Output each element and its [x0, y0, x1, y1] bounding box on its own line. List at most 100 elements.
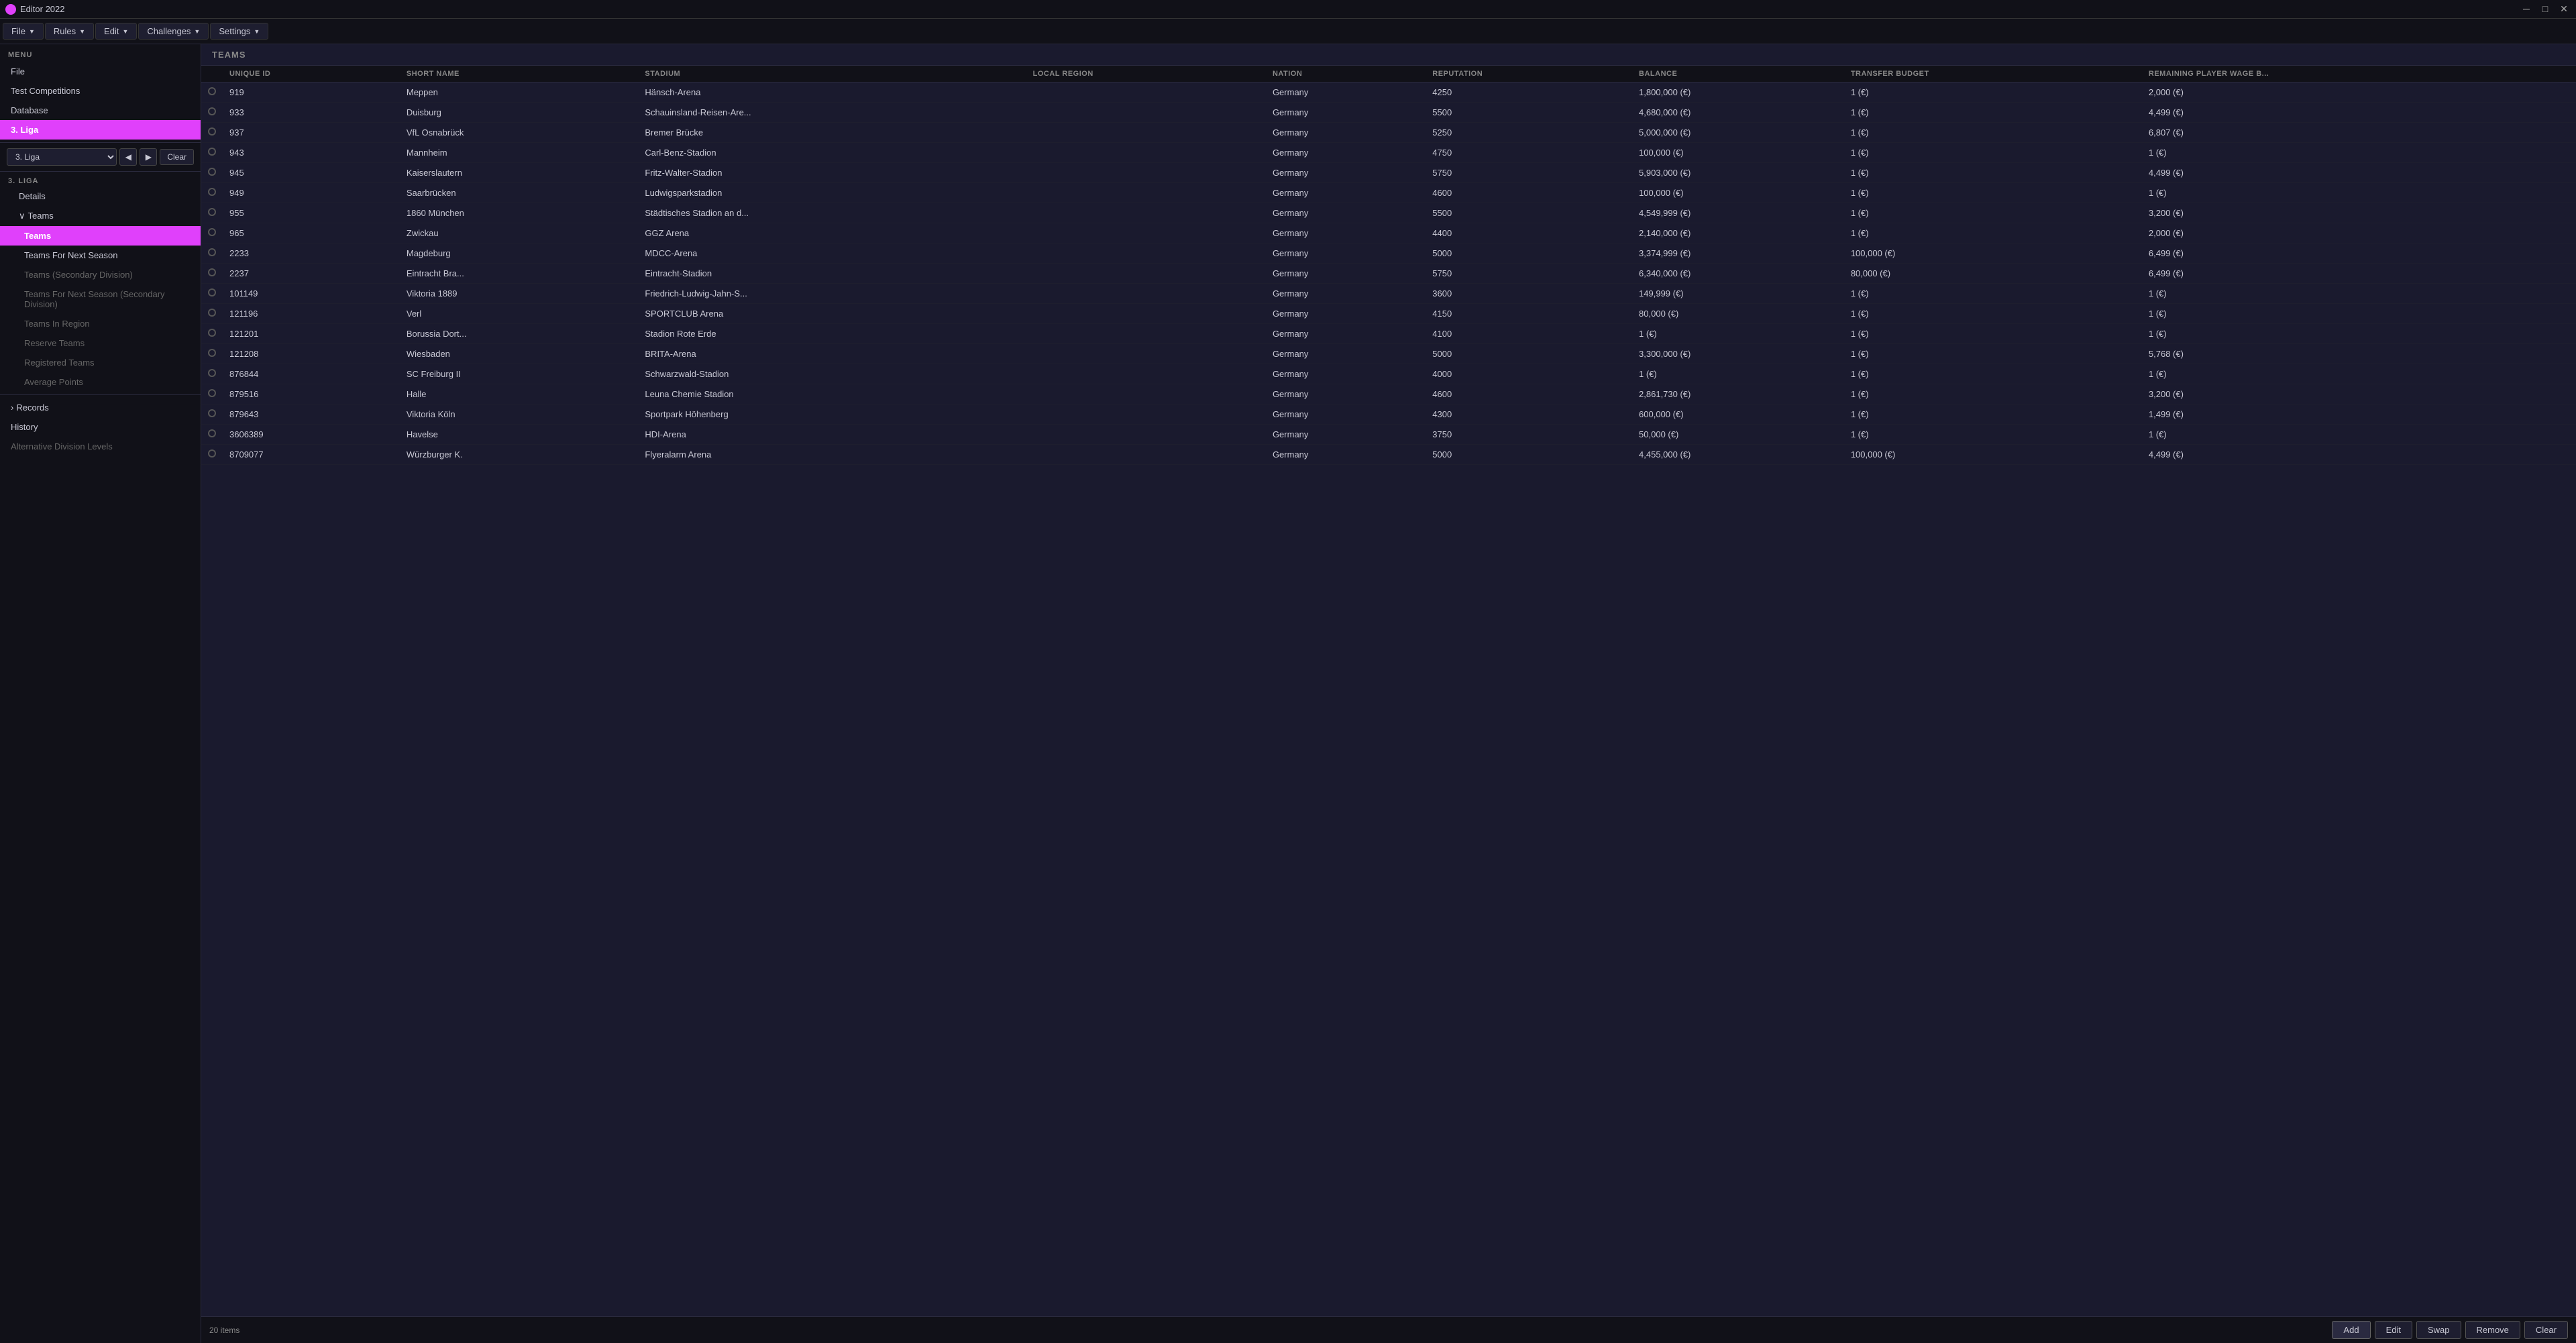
- sidebar-item-records[interactable]: ›Records: [0, 398, 201, 417]
- sidebar-item-details[interactable]: Details: [0, 186, 201, 206]
- sidebar-item-reserve-teams[interactable]: Reserve Teams: [0, 333, 201, 353]
- table-row[interactable]: 121196 Verl SPORTCLUB Arena Germany 4150…: [201, 304, 2576, 324]
- col-unique-id[interactable]: UNIQUE ID: [223, 66, 400, 83]
- minimize-button[interactable]: ─: [2520, 3, 2533, 15]
- row-transfer-4: 1 (€): [1844, 163, 2142, 183]
- sidebar-item-file[interactable]: File: [0, 62, 201, 81]
- add-button[interactable]: Add: [2332, 1321, 2370, 1339]
- table-row[interactable]: 955 1860 München Städtisches Stadion an …: [201, 203, 2576, 223]
- col-short-name[interactable]: SHORT NAME: [400, 66, 639, 83]
- table-row[interactable]: 937 VfL Osnabrück Bremer Brücke Germany …: [201, 123, 2576, 143]
- col-reputation[interactable]: REPUTATION: [1426, 66, 1632, 83]
- clear-button[interactable]: Clear: [2524, 1321, 2568, 1339]
- row-radio-12[interactable]: [201, 324, 223, 344]
- swap-button[interactable]: Swap: [2416, 1321, 2461, 1339]
- league-clear-button[interactable]: Clear: [160, 149, 194, 165]
- sidebar-item-teams-next-secondary[interactable]: Teams For Next Season (Secondary Divisio…: [0, 284, 201, 314]
- col-remaining-wage[interactable]: REMAINING PLAYER WAGE B...: [2142, 66, 2576, 83]
- table-row[interactable]: 943 Mannheim Carl-Benz-Stadion Germany 4…: [201, 143, 2576, 163]
- maximize-button[interactable]: □: [2538, 3, 2552, 15]
- row-radio-7[interactable]: [201, 223, 223, 244]
- table-row[interactable]: 101149 Viktoria 1889 Friedrich-Ludwig-Ja…: [201, 284, 2576, 304]
- row-radio-17[interactable]: [201, 425, 223, 445]
- col-balance[interactable]: BALANCE: [1632, 66, 1844, 83]
- row-radio-1[interactable]: [201, 103, 223, 123]
- table-row[interactable]: 879516 Halle Leuna Chemie Stadion German…: [201, 384, 2576, 405]
- table-row[interactable]: 949 Saarbrücken Ludwigsparkstadion Germa…: [201, 183, 2576, 203]
- row-region-5: [1026, 183, 1266, 203]
- col-stadium[interactable]: STADIUM: [638, 66, 1026, 83]
- row-radio-6[interactable]: [201, 203, 223, 223]
- row-stadium-16: Sportpark Höhenberg: [638, 405, 1026, 425]
- close-button[interactable]: ✕: [2557, 3, 2571, 15]
- challenges-menu-button[interactable]: Challenges ▼: [138, 23, 209, 40]
- remove-button[interactable]: Remove: [2465, 1321, 2520, 1339]
- sidebar-item-teams-for-next-season[interactable]: Teams For Next Season: [0, 246, 201, 265]
- row-rep-13: 5000: [1426, 344, 1632, 364]
- sidebar-item-alt-div[interactable]: Alternative Division Levels: [0, 437, 201, 456]
- row-radio-14[interactable]: [201, 364, 223, 384]
- table-row[interactable]: 919 Meppen Hänsch-Arena Germany 4250 1,8…: [201, 83, 2576, 103]
- table-row[interactable]: 3606389 Havelse HDI-Arena Germany 3750 5…: [201, 425, 2576, 445]
- sidebar-item-teams-secondary[interactable]: Teams (Secondary Division): [0, 265, 201, 284]
- sidebar-item-test-competitions[interactable]: Test Competitions: [0, 81, 201, 101]
- menubar: File ▼ Rules ▼ Edit ▼ Challenges ▼ Setti…: [0, 19, 2576, 44]
- row-radio-2[interactable]: [201, 123, 223, 143]
- teams-table-container[interactable]: UNIQUE ID SHORT NAME STADIUM LOCAL REGIO…: [201, 66, 2576, 1316]
- sidebar-item-teams-in-region[interactable]: Teams In Region: [0, 314, 201, 333]
- file-menu-button[interactable]: File ▼: [3, 23, 44, 40]
- row-balance-14: 1 (€): [1632, 364, 1844, 384]
- row-radio-10[interactable]: [201, 284, 223, 304]
- row-stadium-10: Friedrich-Ludwig-Jahn-S...: [638, 284, 1026, 304]
- sidebar-item-database[interactable]: Database: [0, 101, 201, 120]
- row-radio-0[interactable]: [201, 83, 223, 103]
- col-nation[interactable]: NATION: [1266, 66, 1426, 83]
- row-short-5: Saarbrücken: [400, 183, 639, 203]
- settings-menu-button[interactable]: Settings ▼: [210, 23, 268, 40]
- table-row[interactable]: 2233 Magdeburg MDCC-Arena Germany 5000 3…: [201, 244, 2576, 264]
- table-row[interactable]: 8709077 Würzburger K. Flyeralarm Arena G…: [201, 445, 2576, 465]
- sidebar-item-teams[interactable]: Teams: [0, 226, 201, 246]
- next-league-button[interactable]: ▶: [140, 148, 157, 166]
- table-row[interactable]: 933 Duisburg Schauinsland-Reisen-Are... …: [201, 103, 2576, 123]
- table-row[interactable]: 945 Kaiserslautern Fritz-Walter-Stadion …: [201, 163, 2576, 183]
- row-radio-13[interactable]: [201, 344, 223, 364]
- edit-button[interactable]: Edit: [2375, 1321, 2412, 1339]
- sidebar-item-teams-group[interactable]: ∨Teams: [0, 206, 201, 226]
- row-radio-4[interactable]: [201, 163, 223, 183]
- row-radio-18[interactable]: [201, 445, 223, 465]
- table-row[interactable]: 121201 Borussia Dort... Stadion Rote Erd…: [201, 324, 2576, 344]
- col-transfer-budget[interactable]: TRANSFER BUDGET: [1844, 66, 2142, 83]
- league-dropdown[interactable]: 3. Liga: [7, 148, 117, 166]
- rules-menu-button[interactable]: Rules ▼: [45, 23, 94, 40]
- row-radio-16[interactable]: [201, 405, 223, 425]
- row-radio-3[interactable]: [201, 143, 223, 163]
- prev-league-button[interactable]: ◀: [119, 148, 137, 166]
- row-radio-11[interactable]: [201, 304, 223, 324]
- rules-menu-arrow: ▼: [79, 28, 85, 35]
- row-transfer-15: 1 (€): [1844, 384, 2142, 405]
- table-row[interactable]: 965 Zwickau GGZ Arena Germany 4400 2,140…: [201, 223, 2576, 244]
- row-radio-15[interactable]: [201, 384, 223, 405]
- sidebar-item-3liga[interactable]: 3. Liga: [0, 120, 201, 140]
- main-area: MENU File Test Competitions Database 3. …: [0, 44, 2576, 1343]
- sidebar-item-history[interactable]: History: [0, 417, 201, 437]
- row-region-4: [1026, 163, 1266, 183]
- menu-label: MENU: [0, 44, 201, 62]
- chevron-right-icon: ›: [11, 402, 13, 413]
- sidebar-item-average-points[interactable]: Average Points: [0, 372, 201, 392]
- row-radio-5[interactable]: [201, 183, 223, 203]
- row-region-13: [1026, 344, 1266, 364]
- row-transfer-13: 1 (€): [1844, 344, 2142, 364]
- col-local-region[interactable]: LOCAL REGION: [1026, 66, 1266, 83]
- table-row[interactable]: 879643 Viktoria Köln Sportpark Höhenberg…: [201, 405, 2576, 425]
- row-balance-17: 50,000 (€): [1632, 425, 1844, 445]
- sidebar-item-registered-teams[interactable]: Registered Teams: [0, 353, 201, 372]
- edit-menu-button[interactable]: Edit ▼: [95, 23, 137, 40]
- row-radio-8[interactable]: [201, 244, 223, 264]
- row-radio-9[interactable]: [201, 264, 223, 284]
- table-row[interactable]: 876844 SC Freiburg II Schwarzwald-Stadio…: [201, 364, 2576, 384]
- table-row[interactable]: 2237 Eintracht Bra... Eintracht-Stadion …: [201, 264, 2576, 284]
- table-row[interactable]: 121208 Wiesbaden BRITA-Arena Germany 500…: [201, 344, 2576, 364]
- row-short-9: Eintracht Bra...: [400, 264, 639, 284]
